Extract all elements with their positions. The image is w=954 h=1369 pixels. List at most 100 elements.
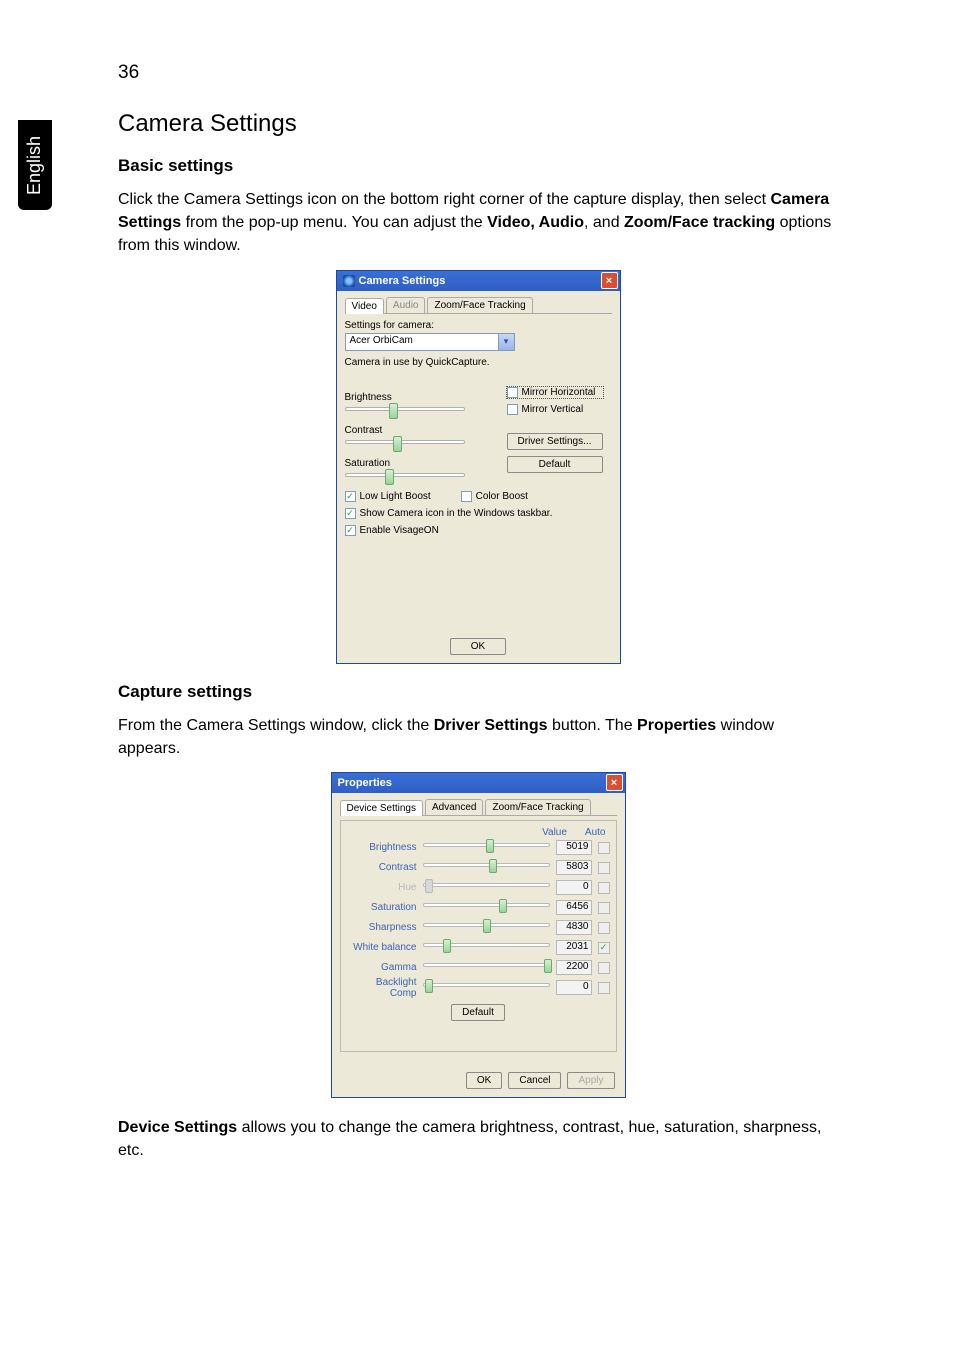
dialog-title: Camera Settings (359, 275, 446, 287)
close-button[interactable]: × (601, 272, 618, 289)
right-column: Mirror Horizontal Mirror Vertical Driver… (507, 387, 603, 473)
bold-text: Zoom/Face tracking (624, 214, 775, 231)
auto-checkbox[interactable] (598, 982, 610, 994)
property-value: 2031 (556, 940, 592, 955)
ok-button[interactable]: OK (450, 638, 506, 655)
close-button[interactable]: × (606, 774, 623, 791)
contrast-slider[interactable] (345, 440, 465, 450)
property-row: Contrast5803 (347, 858, 610, 878)
tab-device-settings[interactable]: Device Settings (340, 800, 423, 816)
color-boost-checkbox[interactable]: Color Boost (461, 491, 528, 502)
camera-in-use-text: Camera in use by QuickCapture. (345, 357, 612, 368)
auto-checkbox[interactable]: ✓ (598, 942, 610, 954)
property-rows: Brightness 5019 Contrast5803Hue0Saturation… (347, 838, 610, 998)
text: From the Camera Settings window, click t… (118, 717, 434, 734)
dialog-titlebar: Properties × (332, 773, 625, 793)
auto-checkbox[interactable] (598, 922, 610, 934)
bold-text: Driver Settings (434, 717, 548, 734)
checkbox-label: Enable VisageON (360, 525, 439, 536)
default-button[interactable]: Default (451, 1004, 505, 1021)
checkbox-icon: ✓ (345, 508, 356, 519)
dialog-body: Device Settings Advanced Zoom/Face Track… (332, 793, 625, 1097)
property-value: 4830 (556, 920, 592, 935)
column-headers: Value Auto (347, 827, 610, 838)
settings-for-camera-label: Settings for camera: (345, 320, 612, 331)
property-slider[interactable] (423, 943, 550, 953)
camera-select[interactable]: Acer OrbiCam (345, 333, 515, 351)
property-label: Backlight Comp (347, 977, 423, 999)
tab-zoom[interactable]: Zoom/Face Tracking (427, 297, 532, 313)
page-title: Camera Settings (118, 110, 838, 138)
property-slider[interactable] (423, 843, 550, 853)
page-number: 36 (118, 62, 139, 84)
dialog-title: Properties (338, 777, 392, 789)
checkbox-icon (461, 491, 472, 502)
text: , and (584, 214, 624, 231)
checkbox-icon: ✓ (345, 525, 356, 536)
text: Click the Camera Settings icon on the bo… (118, 191, 770, 208)
properties-dialog-wrap: Properties × Device Settings Advanced Zo… (118, 772, 838, 1098)
tabs-row: Device Settings Advanced Zoom/Face Track… (340, 799, 617, 816)
language-tab-label: English (25, 135, 46, 194)
device-settings-pane: Value Auto Brightness 5019 Contrast5803Hue… (340, 820, 617, 1052)
camera-settings-dialog: Camera Settings × Video Audio Zoom/Face … (336, 270, 621, 664)
property-label: Gamma (347, 962, 423, 973)
mirror-vertical-checkbox[interactable]: Mirror Vertical (507, 404, 603, 415)
ok-button[interactable]: OK (466, 1072, 502, 1089)
bold-text: Properties (637, 717, 716, 734)
bold-text: Video, Audio (487, 214, 584, 231)
low-light-boost-checkbox[interactable]: ✓ Low Light Boost (345, 491, 431, 502)
property-row: White balance 2031 ✓ (347, 938, 610, 958)
driver-settings-button[interactable]: Driver Settings... (507, 433, 603, 450)
property-label: Sharpness (347, 922, 423, 933)
mirror-horizontal-checkbox[interactable]: Mirror Horizontal (507, 387, 603, 398)
property-row: Gamma2200 (347, 958, 610, 978)
apply-button[interactable]: Apply (567, 1072, 614, 1089)
cancel-button[interactable]: Cancel (508, 1072, 561, 1089)
auto-checkbox[interactable] (598, 902, 610, 914)
auto-checkbox[interactable] (598, 842, 610, 854)
property-slider[interactable] (423, 863, 550, 873)
tab-zoom[interactable]: Zoom/Face Tracking (485, 799, 590, 815)
auto-checkbox[interactable] (598, 862, 610, 874)
saturation-slider[interactable] (345, 473, 465, 483)
property-value: 5019 (556, 840, 592, 855)
dialog-body: Video Audio Zoom/Face Tracking Settings … (337, 291, 620, 663)
brightness-slider[interactable] (345, 407, 465, 417)
enable-visageon-checkbox[interactable]: ✓ Enable VisageON (345, 525, 439, 536)
auto-checkbox[interactable] (598, 882, 610, 894)
property-label: Brightness (347, 842, 423, 853)
property-slider[interactable] (423, 983, 550, 993)
basic-settings-heading: Basic settings (118, 156, 838, 176)
property-label: White balance (347, 942, 423, 953)
tab-advanced[interactable]: Advanced (425, 799, 483, 815)
checkbox-icon: ✓ (345, 491, 356, 502)
close-icon: × (611, 777, 617, 789)
checkbox-label: Show Camera icon in the Windows taskbar. (360, 508, 553, 519)
property-row: Sharpness 4830 (347, 918, 610, 938)
checkbox-icon (507, 387, 518, 398)
property-slider[interactable] (423, 963, 550, 973)
bold-text: Device Settings (118, 1119, 237, 1136)
property-value: 0 (556, 880, 592, 895)
tab-video[interactable]: Video (345, 298, 384, 314)
device-settings-paragraph: Device Settings allows you to change the… (118, 1116, 838, 1162)
auto-checkbox[interactable] (598, 962, 610, 974)
show-taskbar-checkbox[interactable]: ✓ Show Camera icon in the Windows taskbar… (345, 508, 553, 519)
checkbox-label: Low Light Boost (360, 491, 431, 502)
properties-dialog: Properties × Device Settings Advanced Zo… (331, 772, 626, 1098)
checkbox-label: Color Boost (476, 491, 528, 502)
default-button[interactable]: Default (507, 456, 603, 473)
camera-settings-dialog-wrap: Camera Settings × Video Audio Zoom/Face … (118, 270, 838, 664)
app-icon (343, 275, 355, 287)
property-slider[interactable] (423, 903, 550, 913)
dialog-titlebar: Camera Settings × (337, 271, 620, 291)
property-row: Hue0 (347, 878, 610, 898)
tab-audio[interactable]: Audio (386, 297, 426, 313)
property-slider[interactable] (423, 923, 550, 933)
text: button. The (548, 717, 638, 734)
value-header: Value (542, 827, 567, 838)
property-row: Saturation6456 (347, 898, 610, 918)
chevron-down-icon (498, 334, 514, 350)
content: Camera Settings Basic settings Click the… (118, 110, 838, 1168)
